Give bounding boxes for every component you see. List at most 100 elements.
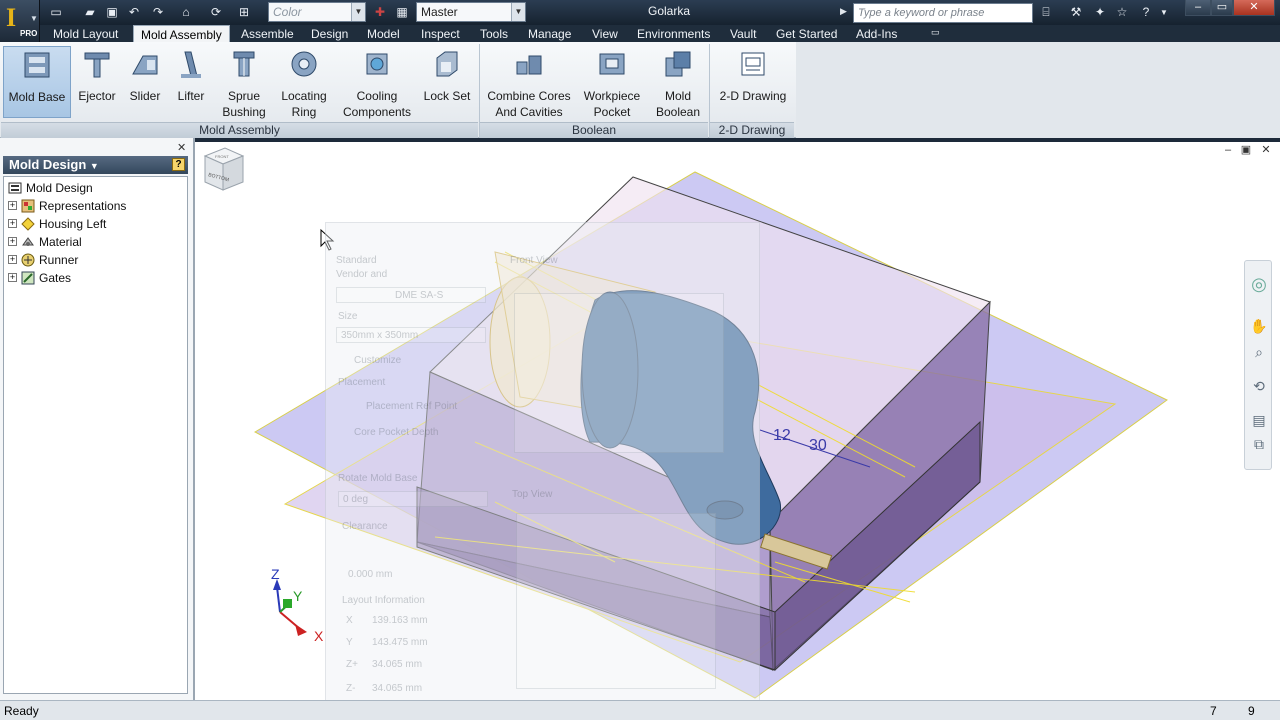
viewport-close-button[interactable]: ✕ bbox=[1259, 144, 1273, 156]
viewcube-face-front: FRONT bbox=[215, 154, 229, 159]
viewport-minimize-button[interactable]: – bbox=[1221, 144, 1235, 156]
tree-node-mold-design[interactable]: Mold Design bbox=[8, 179, 93, 196]
tab-add-ins[interactable]: Add-Ins bbox=[849, 25, 904, 43]
new-icon[interactable]: ▭ bbox=[48, 5, 64, 20]
locating-ring-button[interactable]: Locating Ring bbox=[276, 46, 332, 119]
tree-node-representations[interactable]: + Representations bbox=[8, 197, 126, 214]
representations-icon bbox=[21, 199, 35, 212]
binoculars-icon[interactable]: ⌸ bbox=[1038, 5, 1054, 20]
status-count-documents: 9 bbox=[1248, 704, 1255, 718]
parameters-icon[interactable]: ▦ bbox=[394, 5, 410, 20]
tree-node-gates[interactable]: + Gates bbox=[8, 269, 71, 286]
tab-get-started[interactable]: Get Started bbox=[769, 25, 844, 43]
save-icon[interactable]: ▣ bbox=[104, 5, 120, 20]
cooling-components-button[interactable]: Cooling Components bbox=[338, 46, 416, 119]
measure-icon[interactable]: ✚ bbox=[372, 5, 388, 20]
ribbon-empty-area bbox=[796, 42, 1280, 138]
workpiece-pocket-icon bbox=[599, 53, 625, 75]
tab-tools[interactable]: Tools bbox=[473, 25, 515, 43]
undo-icon[interactable]: ↶ bbox=[126, 5, 142, 20]
ribbon: Mold Base Ejector Slider Lifter Sprue Bu… bbox=[0, 42, 796, 138]
expand-icon[interactable]: + bbox=[8, 201, 17, 210]
workpiece-pocket-button[interactable]: Workpiece Pocket bbox=[578, 46, 646, 119]
lifter-button[interactable]: Lifter bbox=[170, 46, 212, 118]
redo-icon[interactable]: ↷ bbox=[150, 5, 166, 20]
gates-icon bbox=[21, 271, 35, 284]
part-icon bbox=[21, 216, 35, 231]
material-icon bbox=[22, 236, 34, 246]
view-representation-combo[interactable]: Master ▼ bbox=[416, 2, 526, 22]
mold-boolean-icon bbox=[665, 51, 691, 77]
coordinate-triad: Z Y X bbox=[271, 566, 324, 644]
close-icon[interactable]: ✕ bbox=[177, 141, 186, 154]
title-bar: I PRO ▼ ▭ ▰ ▣ ↶ ↷ ⌂ ⟳ ⊞ Color ▼ ✚ ▦ Mast… bbox=[0, 0, 1280, 42]
application-menu-button[interactable]: I PRO ▼ bbox=[0, 0, 40, 42]
locating-ring-icon bbox=[291, 51, 317, 77]
lock-set-button[interactable]: Lock Set bbox=[420, 46, 474, 118]
restore-button[interactable]: ▭ bbox=[1211, 0, 1233, 16]
favorites-icon[interactable]: ☆ bbox=[1114, 5, 1130, 20]
tab-model[interactable]: Model bbox=[360, 25, 407, 43]
assembly-icon bbox=[8, 182, 22, 193]
tab-view[interactable]: View bbox=[585, 25, 625, 43]
slider-button[interactable]: Slider bbox=[124, 46, 166, 118]
orbit-icon[interactable]: ⟲ bbox=[1249, 377, 1269, 395]
ejector-icon bbox=[84, 52, 110, 78]
ejector-button[interactable]: Ejector bbox=[76, 46, 118, 118]
sprue-bushing-button[interactable]: Sprue Bushing bbox=[218, 46, 270, 119]
expand-icon[interactable]: + bbox=[8, 273, 17, 282]
tree-node-material[interactable]: + Material bbox=[8, 233, 82, 250]
expand-icon[interactable]: + bbox=[8, 255, 17, 264]
chevron-down-icon[interactable]: ▼ bbox=[1156, 5, 1172, 20]
steering-wheel-icon[interactable]: ◎ bbox=[1249, 275, 1269, 293]
look-at-icon[interactable]: ▤ bbox=[1249, 411, 1269, 429]
browser-title[interactable]: Mold Design ▼ bbox=[3, 156, 188, 174]
graphics-window[interactable]: 12 30 Z Y X Standard Vendor and DME SA-S… bbox=[195, 142, 1280, 720]
viewcube[interactable]: FRONT BOTTOM bbox=[195, 142, 251, 198]
viewport-restore-button[interactable]: ▣ bbox=[1239, 144, 1253, 156]
chevron-down-icon: ▼ bbox=[511, 3, 525, 21]
tab-design[interactable]: Design bbox=[304, 25, 355, 43]
2d-drawing-button[interactable]: 2-D Drawing bbox=[714, 46, 792, 118]
subscription-icon[interactable]: ⚒ bbox=[1068, 5, 1084, 20]
tab-environments[interactable]: Environments bbox=[630, 25, 717, 43]
tree-node-housing-left[interactable]: + Housing Left bbox=[8, 215, 106, 232]
expand-icon[interactable]: + bbox=[8, 219, 17, 228]
search-input[interactable]: Type a keyword or phrase bbox=[853, 3, 1033, 23]
open-icon[interactable]: ▰ bbox=[82, 5, 98, 20]
mold-base-button[interactable]: Mold Base bbox=[3, 46, 71, 118]
mold-boolean-button[interactable]: Mold Boolean bbox=[652, 46, 704, 119]
combine-cores-and-cavities-button[interactable]: Combine Cores And Cavities bbox=[484, 46, 574, 119]
sprue-bushing-icon bbox=[233, 51, 255, 77]
close-button[interactable]: ✕ bbox=[1233, 0, 1275, 16]
mold-base-icon bbox=[24, 52, 50, 78]
tab-mold-assembly[interactable]: Mold Assembly bbox=[133, 25, 230, 43]
color-combo[interactable]: Color ▼ bbox=[268, 2, 366, 22]
help-icon[interactable]: ? bbox=[172, 158, 185, 171]
slider-icon bbox=[132, 55, 158, 75]
axis-z-label: Z bbox=[271, 566, 280, 582]
tree-node-runner[interactable]: + Runner bbox=[8, 251, 78, 268]
navigation-bar: ◎ ✋ ⌕ ⟲ ▤ ⧉ bbox=[1244, 260, 1272, 470]
view-face-icon[interactable]: ⧉ bbox=[1249, 435, 1269, 453]
help-icon[interactable]: ? bbox=[1138, 5, 1154, 20]
minimize-button[interactable]: – bbox=[1185, 0, 1211, 16]
tab-manage[interactable]: Manage bbox=[521, 25, 578, 43]
home-icon[interactable]: ⌂ bbox=[178, 5, 194, 20]
play-icon[interactable]: ▶ bbox=[840, 6, 850, 18]
ribbon-tab-bar: Mold Layout Mold Assembly Assemble Desig… bbox=[40, 25, 1280, 43]
panel-title-mold-assembly: Mold Assembly bbox=[1, 122, 478, 138]
2d-drawing-icon bbox=[741, 52, 765, 76]
tab-assemble[interactable]: Assemble bbox=[234, 25, 301, 43]
tab-mold-layout[interactable]: Mold Layout bbox=[46, 25, 125, 43]
ribbon-minimize-icon[interactable]: ▭ bbox=[924, 25, 947, 43]
update-icon[interactable]: ⟳ bbox=[208, 5, 224, 20]
browser-tree: Mold Design + Representations + Housing … bbox=[3, 176, 188, 694]
zoom-icon[interactable]: ⌕ bbox=[1249, 343, 1269, 361]
select-icon[interactable]: ⊞ bbox=[236, 5, 252, 20]
communication-icon[interactable]: ✦ bbox=[1092, 5, 1108, 20]
expand-icon[interactable]: + bbox=[8, 237, 17, 246]
tab-inspect[interactable]: Inspect bbox=[414, 25, 467, 43]
tab-vault[interactable]: Vault bbox=[723, 25, 763, 43]
pan-icon[interactable]: ✋ bbox=[1249, 317, 1269, 335]
